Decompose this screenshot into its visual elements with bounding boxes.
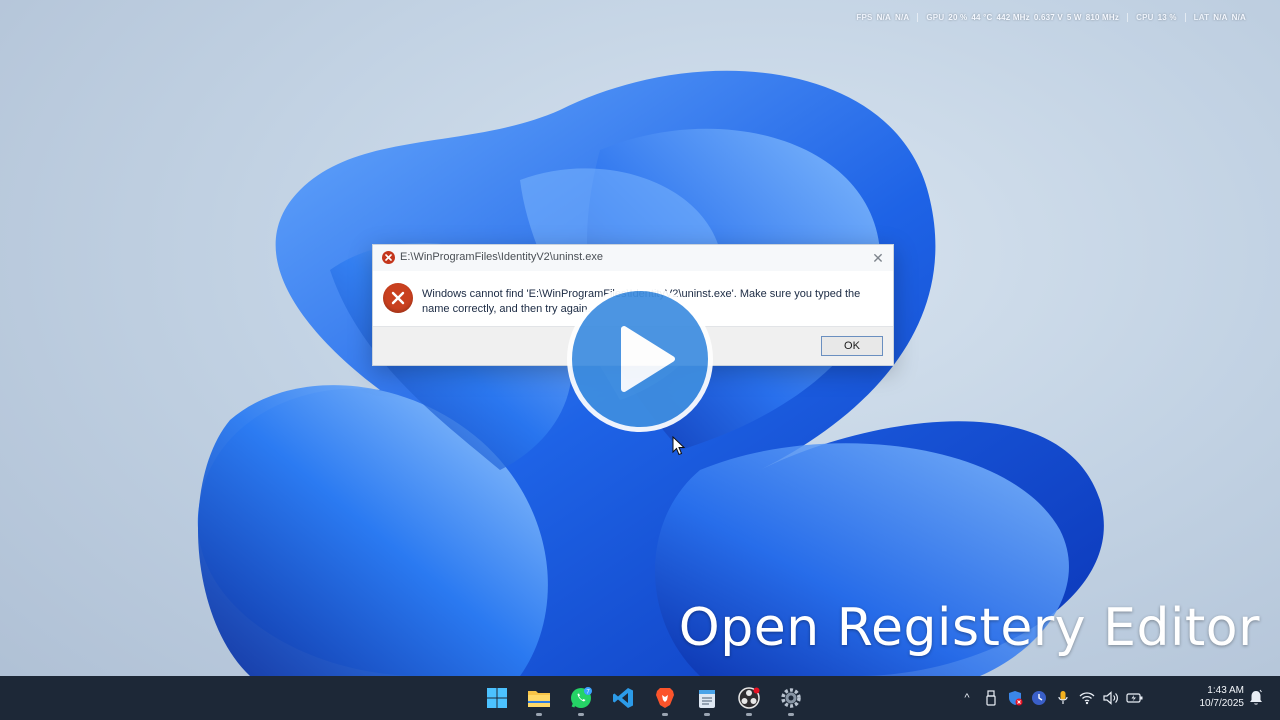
wifi-icon[interactable] — [1078, 689, 1096, 707]
tray-overflow-chevron-icon[interactable]: ^ — [958, 689, 976, 707]
performance-overlay: FPS N/A N/A GPU 20 % 44 °C 442 MHz 0.637… — [848, 13, 1254, 22]
lat-value: N/A — [1213, 13, 1228, 22]
clock-date: 10/7/2025 — [1199, 698, 1245, 709]
error-small-icon — [382, 251, 395, 264]
play-icon — [621, 326, 675, 392]
taskbar-vscode[interactable] — [604, 678, 642, 718]
whatsapp-icon: 7 — [571, 687, 592, 708]
lat-value-2: N/A — [1231, 13, 1246, 22]
video-caption: Open Registery Editor — [678, 598, 1260, 658]
settings-icon — [781, 688, 801, 708]
gpu-mem-clock: 810 MHz — [1085, 13, 1120, 22]
gpu-usage: 20 % — [948, 13, 968, 22]
taskbar-whatsapp[interactable]: 7 — [562, 678, 600, 718]
file-explorer-icon — [528, 691, 550, 707]
taskbar-file-explorer[interactable] — [520, 678, 558, 718]
fps-value-2: N/A — [894, 13, 910, 22]
running-indicator — [536, 713, 542, 716]
fps-stats: FPS N/A N/A — [848, 13, 917, 22]
play-button[interactable] — [567, 286, 713, 432]
taskbar-clock[interactable]: 1:43 AM 10/7/2025 — [1184, 684, 1245, 710]
close-icon[interactable]: ✕ — [869, 249, 887, 267]
gpu-temp: 44 °C — [971, 13, 993, 22]
cpu-usage: 13 % — [1157, 13, 1177, 22]
clock-time: 1:43 AM — [1207, 685, 1244, 696]
latency-stats: LAT N/A N/A — [1184, 13, 1254, 22]
brave-icon — [656, 688, 674, 708]
defender-shield-icon[interactable] — [1006, 689, 1024, 707]
cpu-label: CPU — [1136, 13, 1154, 22]
running-indicator — [578, 713, 584, 716]
error-icon — [383, 283, 413, 313]
volume-icon[interactable] — [1102, 689, 1120, 707]
running-indicator — [746, 713, 752, 716]
taskbar-settings[interactable] — [772, 678, 810, 718]
gpu-voltage: 0.637 V — [1033, 13, 1063, 22]
running-indicator — [704, 713, 710, 716]
mouse-cursor-icon — [672, 436, 686, 456]
running-indicator — [662, 713, 668, 716]
notepad-icon — [699, 690, 715, 708]
vscode-icon — [613, 688, 633, 708]
taskbar-obs[interactable] — [730, 678, 768, 718]
clock-app-icon[interactable] — [1030, 689, 1048, 707]
running-indicator — [788, 713, 794, 716]
gpu-label: GPU — [926, 13, 945, 22]
dialog-title: E:\WinProgramFiles\IdentityV2\uninst.exe — [400, 251, 603, 263]
taskbar: 7 ^ 1:43 AM 10/7/2025 — [0, 676, 1280, 720]
taskbar-notepad[interactable] — [688, 678, 726, 718]
fps-value: N/A — [876, 13, 891, 22]
obs-icon — [738, 687, 760, 709]
windows-start-icon — [487, 688, 507, 708]
fps-label: FPS — [856, 13, 873, 22]
microphone-icon[interactable] — [1054, 689, 1072, 707]
taskbar-apps: 7 — [478, 676, 810, 720]
gpu-stats: GPU 20 % 44 °C 442 MHz 0.637 V 5 W 810 M… — [917, 13, 1127, 22]
usb-drive-icon[interactable] — [982, 689, 1000, 707]
gpu-clock: 442 MHz — [996, 13, 1030, 22]
lat-label: LAT — [1193, 13, 1210, 22]
taskbar-brave[interactable] — [646, 678, 684, 718]
battery-charging-icon[interactable] — [1126, 689, 1144, 707]
notification-bell-icon[interactable] — [1248, 689, 1264, 707]
system-tray: ^ — [958, 676, 1144, 720]
cpu-stats: CPU 13 % — [1127, 13, 1185, 22]
gpu-power: 5 W — [1066, 13, 1082, 22]
dialog-titlebar[interactable]: E:\WinProgramFiles\IdentityV2\uninst.exe… — [373, 245, 893, 271]
start-button[interactable] — [478, 678, 516, 718]
ok-button[interactable]: OK — [821, 336, 883, 356]
